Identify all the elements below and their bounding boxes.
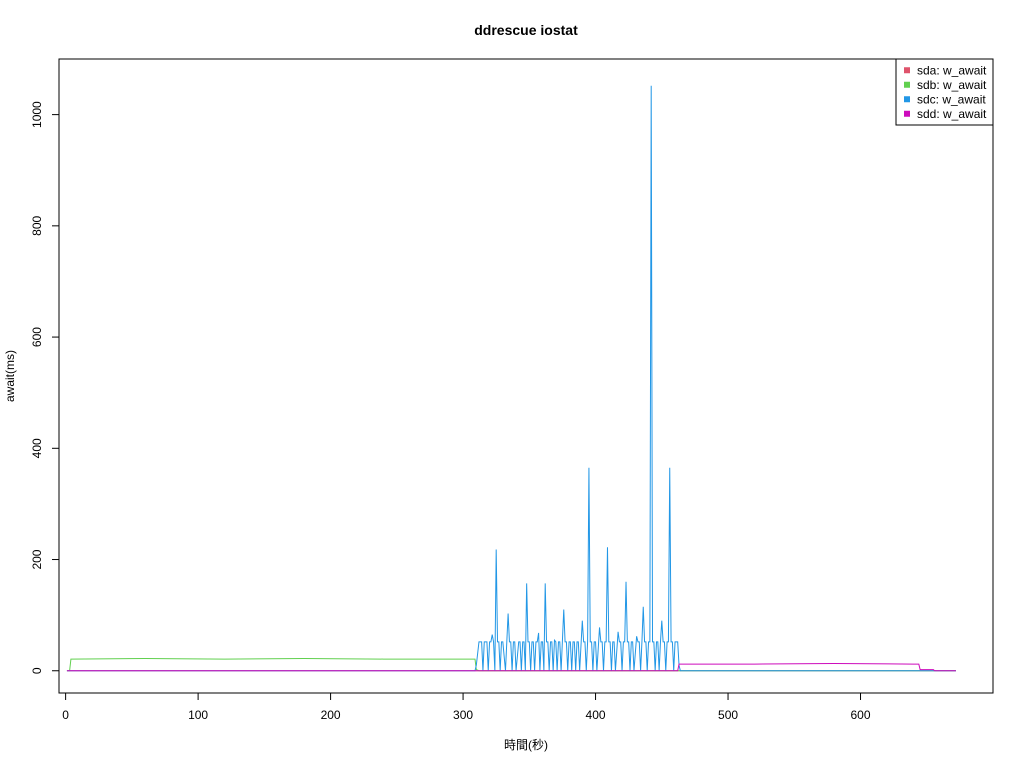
legend-label-0: sda: w_await (917, 63, 987, 77)
x-tick-label-4: 400 (586, 708, 606, 722)
x-tick-label-3: 300 (453, 708, 473, 722)
legend-swatch-1 (904, 81, 910, 88)
y-tick-label-2: 400 (30, 438, 44, 458)
legend-label-2: sdc: w_await (917, 92, 986, 106)
x-tick-label-0: 0 (62, 708, 69, 722)
legend-label-1: sdb: w_await (917, 78, 987, 92)
x-tick-label-5: 500 (718, 708, 738, 722)
x-tick-label-6: 600 (851, 708, 871, 722)
y-tick-label-1: 200 (30, 549, 44, 569)
y-tick-label-5: 1000 (30, 101, 44, 128)
x-axis-label: 時間(秒) (504, 738, 548, 752)
x-axis: 0 100 200 300 400 500 600 (62, 692, 871, 722)
legend: sda: w_awaitsdb: w_awaitsdc: w_awaitsdd:… (895, 58, 994, 126)
y-tick-label-0: 0 (30, 667, 44, 674)
series-layer (66, 85, 956, 672)
line-chart: ddrescue iostat 0 100 200 300 400 500 600 0 200… (3, 22, 994, 752)
y-tick-label-3: 600 (30, 327, 44, 347)
y-axis-label: await(ms) (3, 350, 17, 402)
legend-swatch-0 (904, 67, 910, 74)
y-tick-label-4: 800 (30, 216, 44, 236)
y-axis: 0 200 400 600 800 1000 (30, 101, 60, 674)
x-tick-label-1: 100 (188, 708, 208, 722)
legend-swatch-2 (904, 96, 910, 103)
chart-title: ddrescue iostat (474, 22, 578, 38)
series-line-2 (66, 85, 956, 672)
legend-label-3: sdd: w_await (917, 107, 987, 121)
legend-swatch-3 (904, 110, 910, 117)
x-tick-label-2: 200 (321, 708, 341, 722)
